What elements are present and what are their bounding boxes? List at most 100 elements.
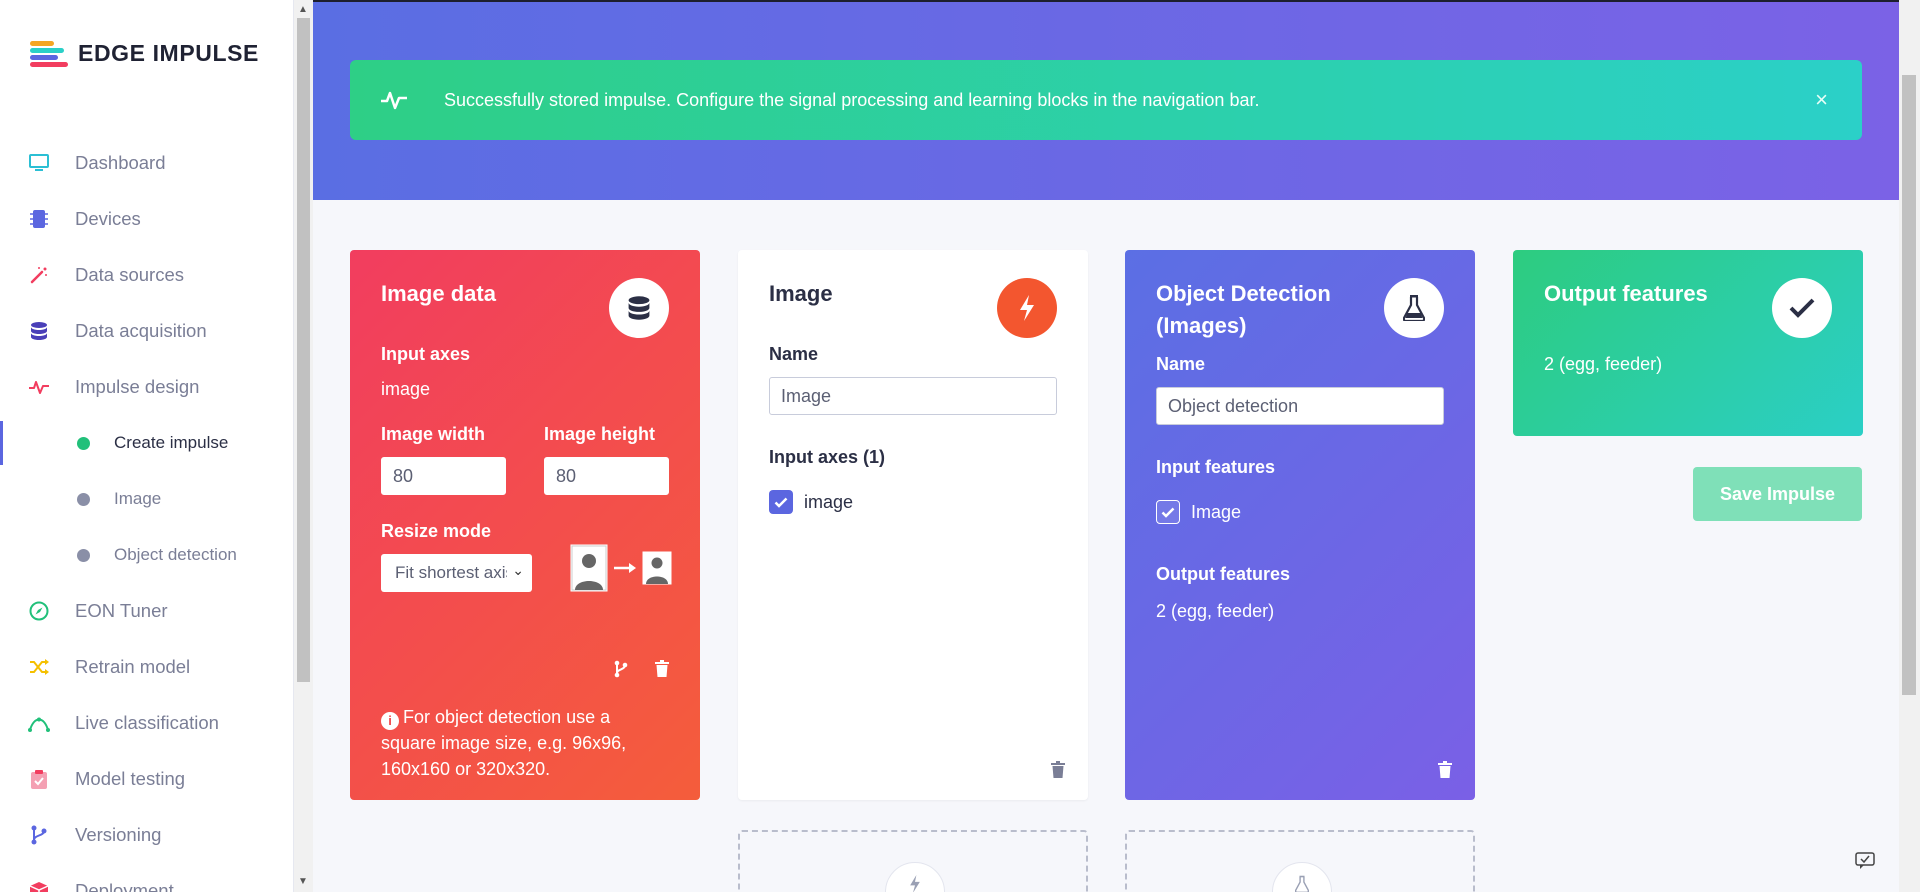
database-icon	[609, 278, 669, 338]
object-detection-card: Object Detection (Images) Name Input fea…	[1125, 250, 1475, 800]
output-features-label: Output features	[1156, 564, 1291, 584]
main-content: Successfully stored impulse. Configure t…	[313, 0, 1899, 892]
sidebar-item-model-testing[interactable]: Model testing	[0, 751, 293, 807]
pulse-icon	[380, 90, 410, 110]
resize-illustration-icon	[570, 544, 672, 592]
magic-wand-icon	[28, 264, 50, 286]
status-dot	[77, 492, 90, 506]
status-dot	[77, 436, 90, 450]
sidebar-item-label: Impulse design	[75, 376, 200, 397]
sidebar-item-label: Dashboard	[75, 152, 166, 173]
resize-mode-value: Fit shortest axis	[395, 563, 507, 582]
sidebar-item-label: Live classification	[75, 712, 219, 733]
image-data-card: Image data Input axes image Image width …	[350, 250, 700, 800]
axis-checkbox-label: image	[804, 491, 854, 512]
sidebar-subitem-label: Create impulse	[114, 433, 229, 452]
alert-message: Successfully stored impulse. Configure t…	[444, 89, 1260, 110]
trash-icon[interactable]	[1438, 761, 1452, 778]
sidebar-item-devices[interactable]: Devices	[0, 191, 293, 247]
sidebar-item-label: Data acquisition	[75, 320, 207, 341]
close-icon[interactable]: ×	[1815, 87, 1828, 113]
scroll-down-arrow-icon[interactable]: ▼	[298, 876, 308, 887]
database-icon	[28, 320, 50, 342]
output-features-value: 2 (egg, feeder)	[1156, 601, 1275, 621]
sidebar-item-label: EON Tuner	[75, 600, 168, 621]
sidebar-item-label: Versioning	[75, 824, 162, 845]
checkbox-checked-icon[interactable]	[1156, 500, 1180, 524]
output-features-card: Output features 2 (egg, feeder)	[1513, 250, 1863, 436]
scrollbar-thumb[interactable]	[1902, 75, 1916, 695]
flask-icon	[1272, 862, 1332, 892]
sidebar-item-eon-tuner[interactable]: EON Tuner	[0, 583, 293, 639]
sidebar-item-live-classification[interactable]: Live classification	[0, 695, 293, 751]
pulse-icon	[28, 376, 50, 398]
save-impulse-button[interactable]: Save Impulse	[1693, 467, 1862, 521]
clipboard-check-icon	[28, 768, 50, 790]
image-width-input[interactable]	[381, 457, 506, 495]
note-text: For object detection use a square image …	[381, 707, 627, 779]
sidebar-item-label: Devices	[75, 208, 141, 229]
status-dot	[77, 548, 90, 562]
sidebar-subitem-label: Image	[114, 489, 162, 508]
scrollbar-thumb[interactable]	[297, 18, 310, 682]
sidebar-nav: Dashboard Devices Data sources Data acqu…	[0, 135, 293, 892]
sidebar-subitem-object-detection[interactable]: Object detection	[0, 527, 293, 583]
curve-icon	[28, 712, 50, 734]
brand-logo[interactable]: EDGE IMPULSE	[30, 40, 259, 67]
brand-name: EDGE IMPULSE	[78, 40, 260, 66]
sidebar-subitem-create-impulse[interactable]: Create impulse	[0, 415, 293, 471]
branch-icon	[28, 824, 50, 846]
scroll-up-arrow-icon[interactable]: ▲	[298, 4, 308, 15]
axis-checkbox-row[interactable]: image	[769, 490, 1057, 514]
add-learning-block-placeholder[interactable]	[1125, 830, 1475, 892]
name-label: Name	[1156, 354, 1206, 374]
name-label: Name	[769, 344, 819, 364]
checkbox-checked-icon[interactable]	[769, 490, 793, 514]
box-icon	[28, 880, 50, 892]
checkmark-icon	[1772, 278, 1832, 338]
input-axes-value: image	[381, 379, 431, 399]
input-axes-label: Input axes (1)	[769, 447, 886, 467]
block-name-input[interactable]	[1156, 387, 1444, 425]
sidebar-item-versioning[interactable]: Versioning	[0, 807, 293, 863]
main-scrollbar[interactable]	[1899, 0, 1920, 892]
shuffle-icon	[28, 656, 50, 678]
edge-impulse-logo-icon	[30, 40, 68, 67]
image-processing-card: Image Name Input axes (1) image	[738, 250, 1088, 800]
trash-icon[interactable]	[655, 660, 669, 677]
image-height-input[interactable]	[544, 457, 669, 495]
monitor-icon	[28, 152, 50, 174]
resize-mode-select[interactable]: Fit shortest axis ⌄	[381, 554, 532, 592]
feedback-icon[interactable]	[1855, 852, 1879, 874]
object-detection-note: i For object detection use a square image…	[381, 704, 660, 782]
sidebar-item-data-sources[interactable]: Data sources	[0, 247, 293, 303]
resize-mode-label: Resize mode	[381, 521, 492, 541]
sidebar-subitem-image[interactable]: Image	[0, 471, 293, 527]
input-axes-label: Input axes	[381, 344, 471, 364]
feature-checkbox-row[interactable]: Image	[1156, 500, 1444, 524]
sidebar-subitem-label: Object detection	[114, 545, 237, 564]
header-banner: Successfully stored impulse. Configure t…	[313, 0, 1899, 200]
trash-icon[interactable]	[1051, 761, 1065, 778]
input-features-label: Input features	[1156, 457, 1276, 477]
output-features-value: 2 (egg, feeder)	[1544, 354, 1663, 374]
sidebar-item-dashboard[interactable]: Dashboard	[0, 135, 293, 191]
image-height-label: Image height	[544, 424, 656, 444]
sidebar-item-label: Data sources	[75, 264, 184, 285]
chevron-down-icon: ⌄	[512, 562, 524, 578]
feature-checkbox-label: Image	[1191, 501, 1242, 522]
sidebar-item-data-acquisition[interactable]: Data acquisition	[0, 303, 293, 359]
chip-icon	[28, 208, 50, 230]
add-processing-block-placeholder[interactable]	[738, 830, 1088, 892]
sidebar-item-retrain-model[interactable]: Retrain model	[0, 639, 293, 695]
sidebar-item-deployment[interactable]: Deployment	[0, 863, 293, 892]
flask-icon	[1384, 278, 1444, 338]
sidebar-item-label: Retrain model	[75, 656, 191, 677]
branch-icon[interactable]	[613, 660, 629, 678]
block-name-input[interactable]	[769, 377, 1057, 415]
compass-icon	[28, 600, 50, 622]
image-width-label: Image width	[381, 424, 486, 444]
sidebar-scrollbar[interactable]: ▲ ▼	[294, 0, 313, 892]
card-title: Object Detection (Images)	[1156, 281, 1331, 338]
sidebar-item-impulse-design[interactable]: Impulse design	[0, 359, 293, 415]
